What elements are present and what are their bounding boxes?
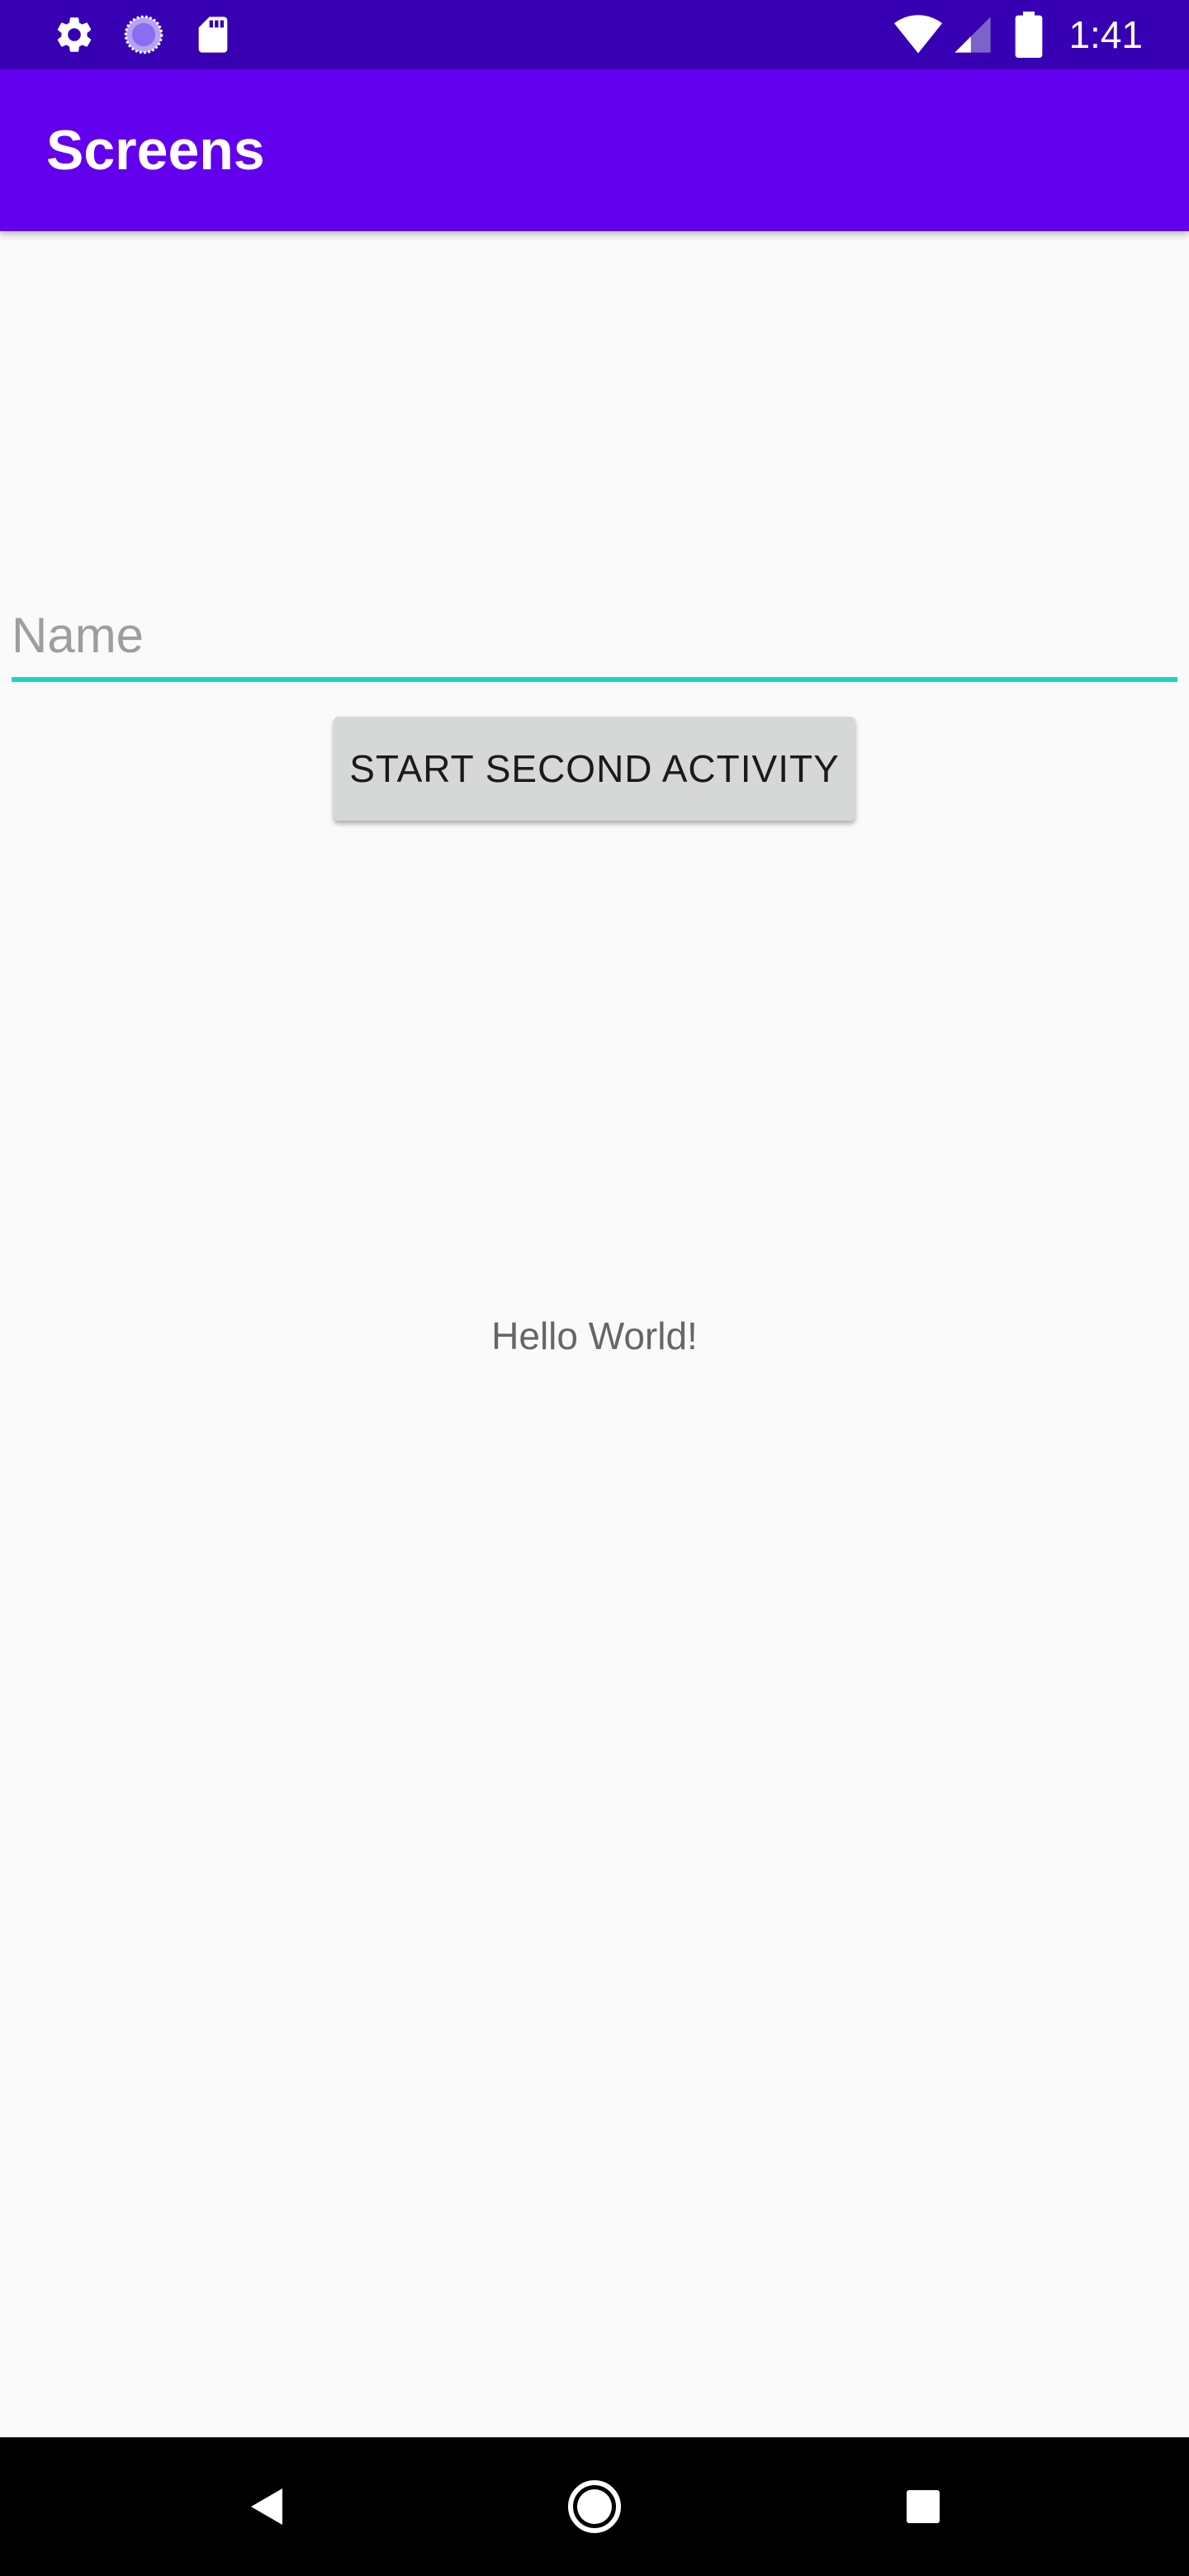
settings-icon xyxy=(53,13,96,56)
name-input[interactable] xyxy=(12,593,1177,677)
wifi-icon xyxy=(893,10,943,59)
name-field[interactable] xyxy=(12,593,1177,684)
recents-icon[interactable] xyxy=(882,2465,964,2548)
back-icon[interactable] xyxy=(225,2465,307,2548)
battery-icon xyxy=(1012,12,1045,58)
home-icon[interactable] xyxy=(553,2465,636,2548)
signal-icon xyxy=(951,13,994,56)
navigation-bar xyxy=(0,2437,1189,2576)
status-bar: 1:41 xyxy=(0,0,1189,69)
start-second-activity-button[interactable]: START SECOND ACTIVITY xyxy=(334,717,855,821)
app-bar: Screens xyxy=(0,69,1189,231)
app-title: Screens xyxy=(46,119,265,182)
loading-icon xyxy=(122,13,165,56)
name-underline xyxy=(12,677,1177,682)
status-time: 1:41 xyxy=(1068,13,1143,56)
sd-card-icon xyxy=(192,13,234,56)
hello-text: Hello World! xyxy=(491,1314,698,1357)
